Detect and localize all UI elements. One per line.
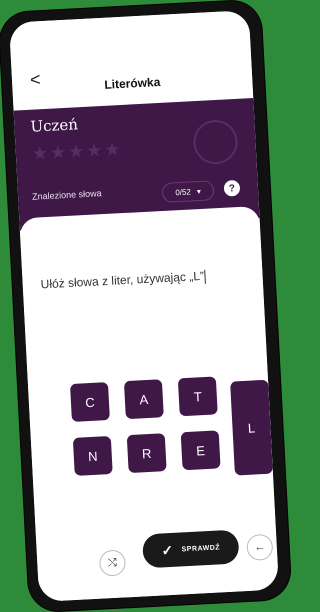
star-icon: ★ (85, 139, 105, 161)
check-label: SPRAWDŹ (181, 543, 221, 553)
star-icon: ★ (103, 138, 123, 160)
phone-frame: < Literówka Uczeń ★★★★★ Znalezione słowa… (0, 0, 292, 612)
check-button[interactable]: ✓ SPRAWDŹ (141, 529, 240, 569)
app-screen: < Literówka Uczeń ★★★★★ Znalezione słowa… (8, 10, 280, 602)
found-words-count: 0/52 (175, 186, 192, 197)
dropdown-icon: ▾ (196, 186, 202, 196)
game-area: Ułóż słowa z liter, używając „L” C A T L… (19, 205, 280, 602)
level-name: Uczeń (29, 115, 79, 136)
letter-tile[interactable]: A (123, 379, 164, 420)
found-words-dropdown[interactable]: 0/52 ▾ (161, 180, 215, 203)
check-icon: ✓ (160, 541, 175, 558)
prompt-text: Ułóż słowa z liter, używając „L” (40, 266, 256, 292)
letter-tile[interactable]: C (69, 382, 110, 422)
top-bar: < Literówka (8, 10, 254, 111)
shuffle-icon[interactable]: ⤭ (98, 549, 127, 577)
star-rating: ★★★★★ (31, 139, 123, 165)
star-icon: ★ (49, 141, 69, 163)
text-caret (204, 269, 207, 284)
letter-tile[interactable]: T (177, 376, 218, 417)
star-icon: ★ (31, 142, 51, 164)
help-icon[interactable]: ? (223, 179, 241, 197)
backspace-icon[interactable]: ← (246, 533, 274, 561)
found-words-label: Znalezione słowa (31, 188, 102, 202)
progress-ring (192, 118, 239, 166)
action-bar: ⤭ ✓ SPRAWDŹ ← (32, 456, 275, 577)
page-title: Literówka (103, 74, 161, 92)
star-icon: ★ (67, 140, 87, 162)
prompt-label: Ułóż słowa z liter, używając „L” (40, 268, 205, 292)
